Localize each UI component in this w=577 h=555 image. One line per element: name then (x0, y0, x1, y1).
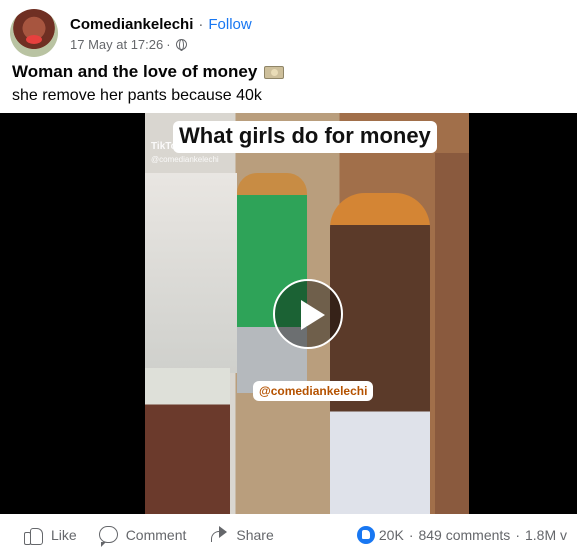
follow-button[interactable]: Follow (208, 15, 251, 35)
share-label: Share (236, 526, 274, 543)
post-timestamp[interactable]: 17 May at 17:26 (70, 37, 163, 52)
reaction-count[interactable]: 20K (379, 527, 404, 543)
stats-separator: · (515, 526, 520, 543)
avatar[interactable] (10, 9, 58, 57)
like-label: Like (51, 526, 77, 543)
post-stats: 20K · 849 comments · 1.8M v (356, 514, 567, 555)
like-icon (24, 525, 43, 545)
share-icon (208, 525, 228, 544)
globe-icon (175, 38, 187, 51)
tiktok-handle: @comediankelechi (151, 155, 219, 164)
video-scene-face (145, 368, 230, 514)
handle-tag: @comediankelechi (253, 381, 374, 401)
comment-count[interactable]: 849 comments (418, 527, 510, 543)
video-player[interactable]: What girls do for money TikTok @comedian… (0, 113, 577, 514)
comment-button[interactable]: Comment (98, 526, 187, 547)
author-name[interactable]: Comediankelechi (70, 15, 193, 35)
separator-dot: · (198, 15, 204, 33)
view-count[interactable]: 1.8M v (525, 527, 567, 543)
post-title: Woman and the love of money (12, 62, 285, 82)
name-row: Comediankelechi · Follow (70, 15, 252, 35)
time-separator: · (166, 36, 171, 52)
play-icon[interactable] (273, 279, 343, 349)
video-scene-door (435, 153, 469, 514)
comment-label: Comment (125, 526, 187, 543)
post-meta: Comediankelechi · Follow 17 May at 17:26… (70, 15, 252, 52)
like-button[interactable]: Like (24, 525, 77, 545)
video-scene-man (330, 193, 430, 514)
share-button[interactable]: Share (208, 525, 274, 544)
post-header: Comediankelechi · Follow 17 May at 17:26… (10, 8, 252, 58)
video-overlay-title: What girls do for money (173, 121, 437, 153)
comment-icon (98, 526, 118, 547)
money-icon (264, 65, 285, 79)
tiktok-logo: TikTok (151, 141, 183, 152)
time-row: 17 May at 17:26 · (70, 37, 252, 52)
post-text: she remove her pants because 40k (12, 87, 262, 104)
post-title-text: Woman and the love of money (12, 62, 258, 81)
like-reaction-icon[interactable] (356, 525, 375, 544)
video-scene-left (145, 173, 237, 373)
stats-separator: · (408, 526, 414, 543)
